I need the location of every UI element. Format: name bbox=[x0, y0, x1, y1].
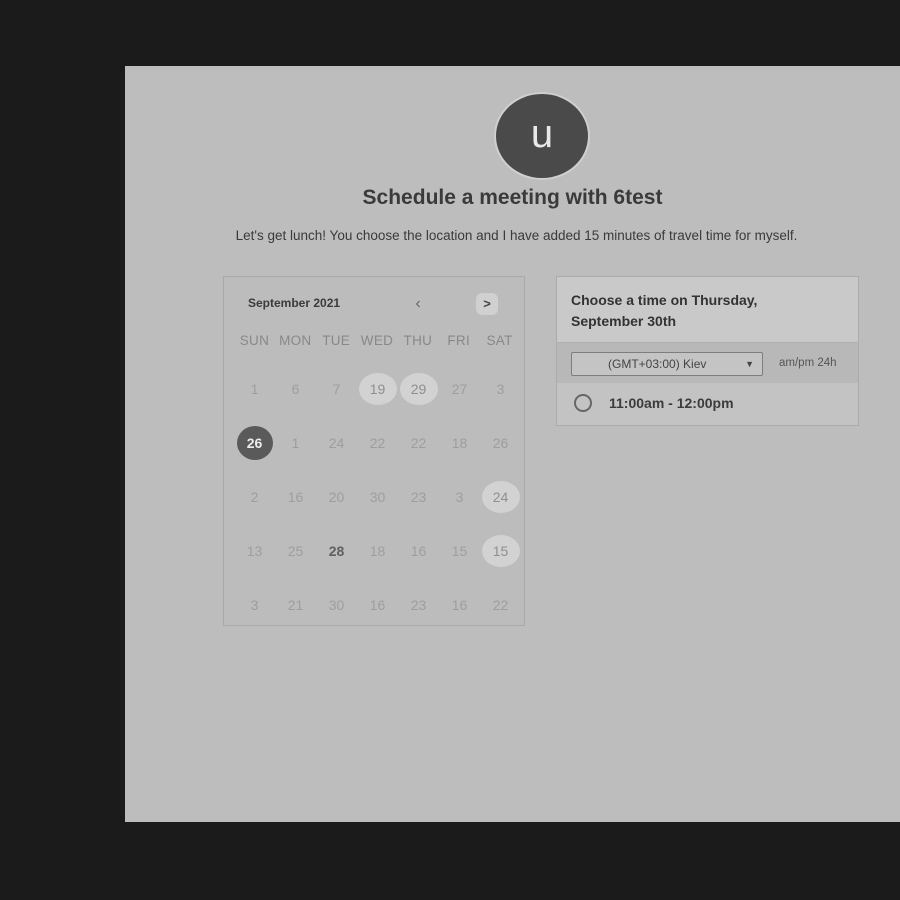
day-number: 21 bbox=[287, 597, 304, 613]
caret-down-icon: ▼ bbox=[745, 359, 754, 369]
day-number: 25 bbox=[287, 543, 304, 559]
day-number: 2 bbox=[250, 489, 259, 505]
day-number: 20 bbox=[328, 489, 345, 505]
day-number: 22 bbox=[410, 435, 427, 451]
weekday-label: TUE bbox=[322, 333, 351, 348]
calendar-day: 22 bbox=[480, 578, 521, 632]
day-number: 3 bbox=[496, 381, 505, 397]
calendar-day-today[interactable]: 28 bbox=[316, 524, 357, 578]
day-number: 3 bbox=[455, 489, 464, 505]
timezone-value: (GMT+03:00) Kiev bbox=[608, 357, 707, 371]
time-slot-heading: Choose a time on Thursday, September 30t… bbox=[571, 292, 758, 329]
calendar-day: 7 bbox=[316, 362, 357, 416]
time-format-toggle[interactable]: am/pm 24h bbox=[779, 357, 837, 369]
page-title: Schedule a meeting with 6test bbox=[362, 186, 663, 209]
day-number: 16 bbox=[451, 597, 468, 613]
calendar-day: 16 bbox=[357, 578, 398, 632]
calendar-day: 20 bbox=[316, 470, 357, 524]
day-number: 27 bbox=[451, 381, 468, 397]
day-number: 24 bbox=[328, 435, 345, 451]
calendar-day: 22 bbox=[398, 416, 439, 470]
calendar-day: 2 bbox=[234, 470, 275, 524]
calendar-day: 3 bbox=[234, 578, 275, 632]
scheduler-panel: u Schedule a meeting with 6test Let's ge… bbox=[125, 66, 900, 822]
calendar-day: 25 bbox=[275, 524, 316, 578]
calendar: September 2021 ‹ > SUN MON TUE WED THU F… bbox=[223, 276, 525, 626]
day-number: 3 bbox=[250, 597, 259, 613]
time-slot-label: 11:00am - 12:00pm bbox=[609, 395, 734, 411]
timezone-row: (GMT+03:00) Kiev ▼ am/pm 24h bbox=[557, 343, 858, 383]
calendar-day-selected[interactable]: 26 bbox=[234, 416, 275, 470]
calendar-day: 23 bbox=[398, 470, 439, 524]
day-number: 26 bbox=[236, 426, 273, 460]
day-number: 7 bbox=[332, 381, 341, 397]
day-number: 1 bbox=[250, 381, 259, 397]
day-number: 18 bbox=[369, 543, 386, 559]
day-number: 16 bbox=[287, 489, 304, 505]
calendar-day: 16 bbox=[439, 578, 480, 632]
day-number: 23 bbox=[410, 597, 427, 613]
day-number: 19 bbox=[358, 373, 397, 405]
calendar-day-available[interactable]: 15 bbox=[480, 524, 521, 578]
time-slot-option[interactable]: 11:00am - 12:00pm bbox=[557, 386, 858, 420]
calendar-day-available[interactable]: 19 bbox=[357, 362, 398, 416]
calendar-day: 24 bbox=[316, 416, 357, 470]
weekday-label: SAT bbox=[486, 333, 513, 348]
calendar-day: 26 bbox=[480, 416, 521, 470]
day-number: 23 bbox=[410, 489, 427, 505]
radio-icon[interactable] bbox=[574, 394, 592, 412]
day-number: 15 bbox=[481, 535, 520, 567]
calendar-day: 1 bbox=[234, 362, 275, 416]
day-number: 22 bbox=[369, 435, 386, 451]
day-number: 13 bbox=[246, 543, 263, 559]
calendar-day: 18 bbox=[439, 416, 480, 470]
calendar-day: 1 bbox=[275, 416, 316, 470]
calendar-day: 16 bbox=[398, 524, 439, 578]
calendar-day: 3 bbox=[439, 470, 480, 524]
calendar-day: 23 bbox=[398, 578, 439, 632]
day-number: 30 bbox=[328, 597, 345, 613]
calendar-day: 27 bbox=[439, 362, 480, 416]
weekday-label: SUN bbox=[239, 333, 270, 348]
day-number: 16 bbox=[369, 597, 386, 613]
time-slot-panel: Choose a time on Thursday, September 30t… bbox=[556, 276, 859, 426]
calendar-day-available[interactable]: 29 bbox=[398, 362, 439, 416]
calendar-day: 16 bbox=[275, 470, 316, 524]
month-label: September 2021 bbox=[248, 296, 341, 310]
calendar-day: 21 bbox=[275, 578, 316, 632]
day-number: 24 bbox=[481, 481, 520, 513]
calendar-grid: 1 6 7 19 29 27 3 26 1 24 22 22 18 26 2 1… bbox=[234, 362, 520, 632]
day-number: 6 bbox=[291, 381, 300, 397]
calendar-day: 6 bbox=[275, 362, 316, 416]
calendar-day-available[interactable]: 24 bbox=[480, 470, 521, 524]
weekday-header: SUN MON TUE WED THU FRI SAT bbox=[234, 333, 520, 348]
day-number: 16 bbox=[410, 543, 427, 559]
day-number: 1 bbox=[291, 435, 300, 451]
calendar-day: 30 bbox=[316, 578, 357, 632]
page-description: Let's get lunch! You choose the location… bbox=[235, 228, 798, 243]
day-number: 18 bbox=[451, 435, 468, 451]
day-number: 30 bbox=[369, 489, 386, 505]
chevron-right-icon[interactable]: > bbox=[476, 293, 498, 315]
weekday-label: WED bbox=[360, 333, 394, 348]
day-number: 28 bbox=[328, 543, 345, 559]
day-number: 29 bbox=[399, 373, 438, 405]
calendar-day: 22 bbox=[357, 416, 398, 470]
day-number: 15 bbox=[451, 543, 468, 559]
weekday-label: THU bbox=[403, 333, 433, 348]
calendar-day: 15 bbox=[439, 524, 480, 578]
weekday-label: FRI bbox=[447, 333, 471, 348]
day-number: 26 bbox=[492, 435, 509, 451]
time-slot-header: Choose a time on Thursday, September 30t… bbox=[557, 277, 858, 343]
chevron-left-icon[interactable]: ‹ bbox=[407, 293, 429, 315]
day-number: 22 bbox=[492, 597, 509, 613]
avatar: u bbox=[494, 92, 590, 180]
weekday-label: MON bbox=[279, 333, 312, 348]
calendar-day: 30 bbox=[357, 470, 398, 524]
calendar-day: 18 bbox=[357, 524, 398, 578]
calendar-day: 13 bbox=[234, 524, 275, 578]
timezone-select[interactable]: (GMT+03:00) Kiev ▼ bbox=[571, 352, 763, 376]
calendar-day: 3 bbox=[480, 362, 521, 416]
